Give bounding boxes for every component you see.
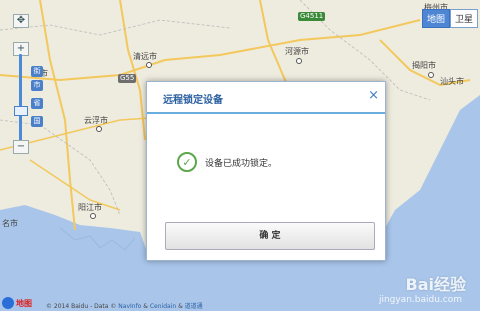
zoom-level-country[interactable]: 国 bbox=[31, 116, 43, 127]
map-label-yunfu: 云浮市 bbox=[84, 116, 108, 125]
map-label-partial-1: 名市 bbox=[2, 219, 18, 228]
zoom-level-street[interactable]: 街 bbox=[31, 66, 43, 77]
watermark-brand: Bai经验 bbox=[405, 275, 466, 294]
zoom-out-button[interactable]: − bbox=[13, 140, 29, 154]
map-label-heyuan: 河源市 bbox=[285, 47, 309, 56]
road-shield-g4511: G4511 bbox=[298, 12, 326, 21]
zoom-level-province[interactable]: 省 bbox=[31, 98, 43, 109]
zoom-level-city[interactable]: 市 bbox=[31, 80, 43, 91]
city-dot-jieyang bbox=[428, 72, 434, 78]
map-label-yangjiang: 阳江市 bbox=[78, 203, 102, 212]
remote-lock-dialog: 远程锁定设备 × ✓ 设备已成功锁定。 确 定 bbox=[146, 81, 386, 261]
city-dot-heyuan bbox=[296, 58, 302, 64]
dialog-header: 远程锁定设备 × bbox=[147, 82, 385, 114]
success-check-icon: ✓ bbox=[177, 152, 197, 172]
city-dot-yangjiang bbox=[90, 213, 96, 219]
watermark-url: jingyan.baidu.com bbox=[378, 295, 462, 305]
map-label-qingyuan: 清远市 bbox=[133, 52, 157, 61]
pan-button[interactable]: ✥ bbox=[13, 14, 29, 28]
dialog-message: ✓ 设备已成功锁定。 bbox=[177, 152, 277, 172]
copyright-link-navinfo[interactable]: NavInfo bbox=[118, 303, 141, 310]
map-type-switch: 地图 卫星 bbox=[421, 9, 478, 28]
map-type-satellite-button[interactable]: 卫星 bbox=[449, 9, 478, 28]
baidu-map-logo[interactable]: 地图 bbox=[2, 297, 32, 309]
close-icon[interactable]: × bbox=[368, 88, 379, 103]
dialog-message-text: 设备已成功锁定。 bbox=[205, 158, 278, 169]
city-dot-yunfu bbox=[96, 126, 102, 132]
copyright-text: © 2014 Baidu - Data © bbox=[46, 303, 119, 310]
map-label-shantou: 汕头市 bbox=[440, 77, 464, 86]
copyright-link-daodaotong[interactable]: 道道通 bbox=[185, 303, 203, 310]
road-shield-g55: G55 bbox=[118, 74, 137, 83]
dialog-title: 远程锁定设备 bbox=[163, 95, 223, 106]
zoom-slider-handle[interactable] bbox=[14, 106, 28, 116]
map-type-map-button[interactable]: 地图 bbox=[421, 9, 450, 28]
copyright-bar: © 2014 Baidu - Data © NavInfo & Cenidain… bbox=[46, 303, 203, 310]
zoom-control: ✥ + 街 市 省 国 − bbox=[9, 14, 43, 154]
logo-text: 地图 bbox=[16, 298, 32, 308]
zoom-slider-track[interactable] bbox=[19, 54, 22, 146]
confirm-button[interactable]: 确 定 bbox=[165, 222, 375, 250]
copyright-link-cenidain[interactable]: Cenidain bbox=[150, 303, 176, 310]
baidu-paw-icon bbox=[2, 297, 14, 309]
map-label-jieyang: 揭阳市 bbox=[412, 61, 436, 70]
city-dot-qingyuan bbox=[146, 62, 152, 68]
